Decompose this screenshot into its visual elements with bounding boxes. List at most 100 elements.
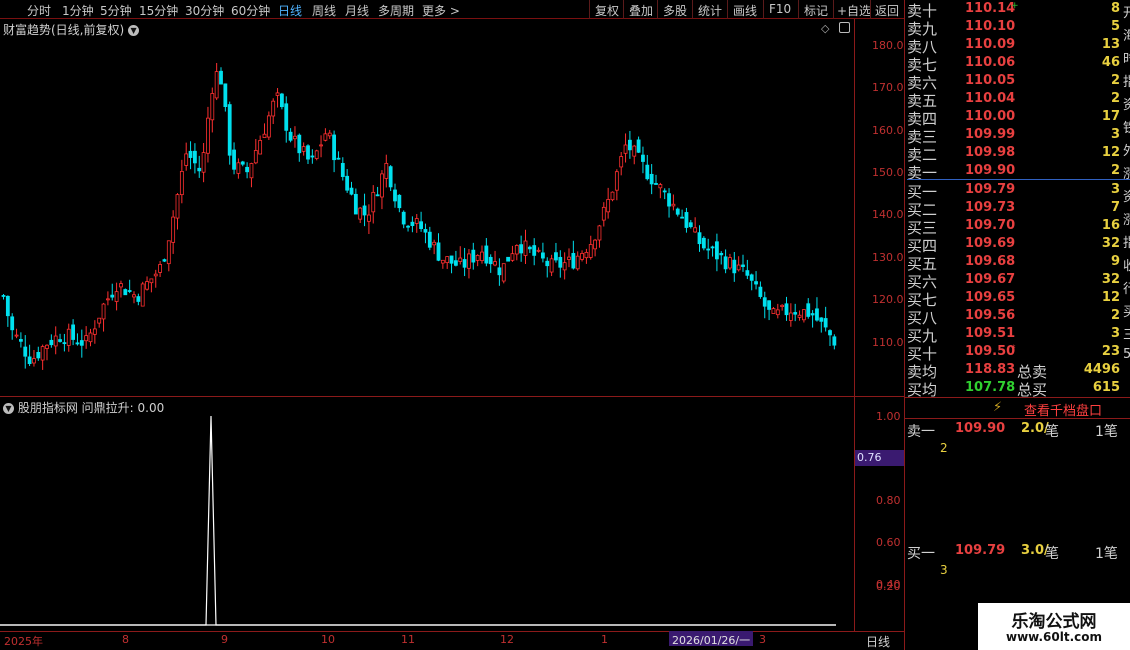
buy-order-row[interactable]: 买二 109.73 7 [907,199,1120,219]
y-tick: 1.00 [876,410,901,423]
candle-body [275,92,280,96]
buy1-unit: 笔 [1045,546,1059,562]
sell-order-row[interactable]: 卖六 110.05 2 [907,72,1120,92]
candle-body [127,290,132,292]
candle-body [293,135,297,140]
order-volume: 12 [1101,145,1120,160]
indicator-title[interactable]: ▼ 股朋指标网 问鼎拉升: 0.00 [3,399,164,416]
order-price: 109.98 [965,145,1016,160]
truncated-edge-char: 指 [1123,75,1130,90]
candle-body [266,115,271,138]
candle-body [710,246,715,249]
buy-order-row[interactable]: 买四 109.69 32 [907,235,1120,255]
sell-order-row[interactable]: 卖一 109.90 2 [907,162,1120,182]
candle-body [253,150,258,164]
candle-body [240,161,245,165]
candle-body [693,227,698,233]
candle-body [79,340,84,346]
chevron-down-icon[interactable]: ▼ [3,403,14,414]
buy-order-row[interactable]: 买一 109.79 3 [907,181,1120,201]
sell-order-row[interactable]: 卖二 109.98 12 [907,144,1120,164]
candle-body [632,145,637,157]
buy-order-row[interactable]: 买五 109.68 9 [907,253,1120,273]
candle-body [401,211,406,225]
sell-order-row[interactable]: 卖三 109.99 3 [907,126,1120,146]
candle-body [480,251,484,262]
candle-body [188,150,193,158]
candle-body [715,241,719,260]
candle-body [641,154,645,162]
candle-body [562,262,567,271]
tick-marker: * [1011,344,1016,354]
candle-body [745,270,750,276]
truncated-edge-char: 买 [1123,305,1130,320]
sell-order-row[interactable]: 卖七 110.06 46 [907,54,1120,74]
sell-order-row[interactable]: 卖八 110.09 13 [907,36,1120,56]
candle-body [467,253,471,269]
order-volume: 9 [1110,254,1120,269]
date-axis [0,631,905,650]
order-volume: 3 [1110,326,1120,341]
order-price: 109.79 [965,182,1016,197]
indicator-line [0,415,836,626]
buy-order-row[interactable]: 买十 109.50 23 * [907,343,1120,363]
buy-order-row[interactable]: 买六 109.67 32 [907,271,1120,291]
candle-body [88,332,93,343]
chart-divider [0,396,905,397]
sell-order-row[interactable]: 卖十 110.14 8 + [907,0,1120,20]
candle-body [36,352,41,359]
candle-body [815,308,819,321]
buy1-count: 1笔 [1095,546,1118,562]
candle-body [227,104,232,156]
candle-body [345,175,350,191]
price-axis-line [854,19,855,631]
sell-order-row[interactable]: 卖四 110.00 17 [907,108,1120,128]
candle-body [393,189,397,202]
period-label[interactable]: 日线 [866,633,890,650]
buy-order-row[interactable]: 买八 109.56 2 [907,307,1120,327]
buy-order-row[interactable]: 买七 109.65 12 [907,289,1120,309]
candle-body [219,70,223,85]
sell-order-row[interactable]: 卖九 110.10 5 [907,18,1120,38]
candle-body [319,144,323,147]
order-price: 109.70 [965,218,1016,233]
truncated-edge-char: 5 [1123,347,1130,362]
candle-body [145,281,149,290]
candle-body [571,253,576,269]
candle-body [323,133,328,141]
order-volume: 2 [1110,308,1120,323]
candle-body [488,256,493,265]
candle-body [484,245,489,264]
candle-body [92,328,97,335]
candle-body [654,183,658,185]
truncated-edge-char: 时 [1123,52,1130,67]
candle-body [223,83,228,107]
order-price: 109.65 [965,290,1016,305]
candle-body [545,260,550,267]
order-price: 110.00 [965,109,1016,124]
panel-divider [904,0,905,650]
order-volume: 2 [1110,91,1120,106]
candle-body [588,244,593,258]
order-volume: 23 [1101,344,1120,359]
candle-body [584,251,589,259]
candle-body [810,313,815,316]
candle-body [649,173,654,185]
view-qianbang-button[interactable]: 查看千档盘口 [1024,400,1102,419]
candle-body [780,304,785,307]
buy-order-row[interactable]: 买三 109.70 16 [907,217,1120,237]
candle-body [506,256,511,262]
candle-body [397,194,402,209]
candle-body [45,344,49,349]
candle-body [410,221,415,227]
candle-body [823,318,828,328]
y-tick: 150.0 [872,166,904,179]
candle-body [619,156,624,168]
y-tick: 170.0 [872,81,904,94]
candle-body [10,316,15,331]
buy-order-row[interactable]: 买九 109.51 3 [907,325,1120,345]
candle-body [775,309,780,316]
candle-body [527,246,532,250]
sell-order-row[interactable]: 卖五 110.04 2 [907,90,1120,110]
candle-body [175,194,180,219]
